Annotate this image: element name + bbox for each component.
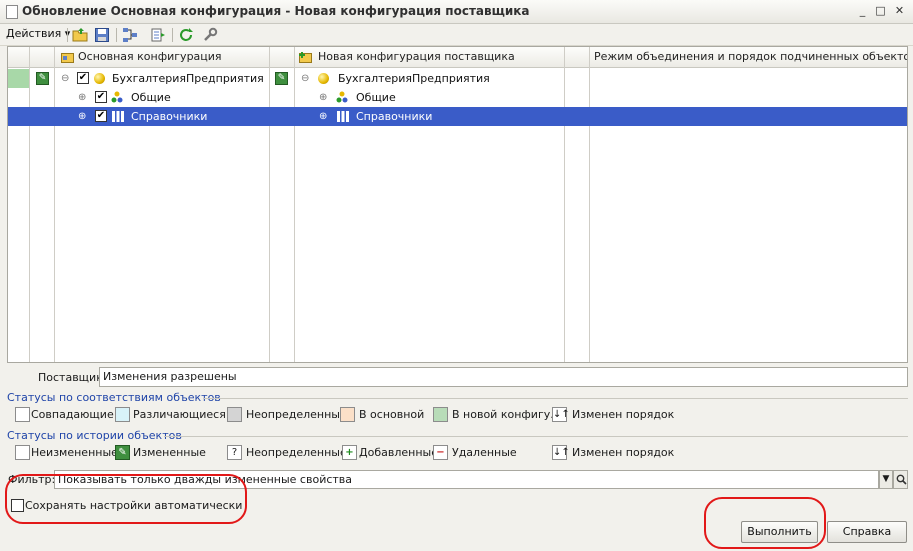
save-icon[interactable] <box>94 27 110 43</box>
main-config-icon <box>61 53 74 63</box>
new-config-icon <box>299 52 312 63</box>
refresh-icon[interactable] <box>178 27 194 43</box>
catalogs-icon <box>337 111 349 122</box>
legend-swatch-in-new <box>433 407 448 422</box>
expand-toggle[interactable]: ⊕ <box>319 88 327 107</box>
undefined-question-icon: ? <box>227 445 242 460</box>
column-header-main[interactable]: Основная конфигурация <box>78 50 222 63</box>
legend-label-differing: Различающиеся <box>133 408 226 421</box>
legend-swatch-undefined <box>227 407 242 422</box>
expand-toggle[interactable]: ⊕ <box>78 88 86 107</box>
configuration-ball-icon <box>94 73 105 84</box>
legend-label-changed: Измененные <box>133 446 206 459</box>
toolbar-separator <box>172 28 173 42</box>
edit-pencil-icon: ✎ <box>275 72 288 85</box>
deleted-minus-icon: − <box>433 445 448 460</box>
section-divider <box>164 436 908 437</box>
order-changed-icon: ↓↑ <box>552 445 570 460</box>
legend-label-undefined: Неопределенные <box>246 408 347 421</box>
legend-label-added: Добавленные <box>359 446 438 459</box>
expand-toggle[interactable]: ⊕ <box>78 107 86 126</box>
collapse-toggle[interactable]: ⊖ <box>301 69 309 88</box>
table-row[interactable]: ⊕ ✔ Общие ⊕ Общие <box>8 88 907 107</box>
table-row-selected[interactable]: ⊕ ✔ Справочники ⊕ Справочники <box>8 107 907 126</box>
row-name-new: БухгалтерияПредприятия <box>338 72 490 85</box>
section-title-match: Статусы по соответствиям объектов <box>7 391 221 404</box>
expand-toggle[interactable]: ⊕ <box>319 107 327 126</box>
document-icon <box>6 5 18 19</box>
row-checkbox[interactable]: ✔ <box>77 72 89 84</box>
legend-label-in-main: В основной <box>359 408 425 421</box>
grid-header: Основная конфигурация Новая конфигурация… <box>8 47 907 68</box>
window-title: Обновление Основная конфигурация - Новая… <box>22 4 530 18</box>
section-divider <box>203 398 908 399</box>
row-name-main: БухгалтерияПредприятия <box>112 72 264 85</box>
legend-label-order-changed: Изменен порядок <box>572 408 675 421</box>
toolbar-separator <box>67 28 68 42</box>
tree-diff-icon[interactable] <box>122 27 138 43</box>
row-name-main: Общие <box>131 91 171 104</box>
filter-label: Фильтр: <box>8 473 56 486</box>
row-status-bar <box>8 69 29 88</box>
collapse-toggle[interactable]: ⊖ <box>61 69 69 88</box>
legend-swatch-matching <box>15 407 30 422</box>
legend-label-unchanged: Неизмененные <box>31 446 118 459</box>
provider-label: Поставщик: <box>38 371 107 384</box>
column-header-mode[interactable]: Режим объединения и порядок подчиненных … <box>594 50 907 63</box>
common-objects-icon <box>111 91 123 103</box>
common-objects-icon <box>336 91 348 103</box>
legend-label-in-new: В новой конфигу... <box>452 408 561 421</box>
row-name-new: Общие <box>356 91 396 104</box>
close-button[interactable]: ✕ <box>892 4 907 19</box>
changed-pencil-icon: ✎ <box>115 445 130 460</box>
filter-search-button[interactable] <box>893 470 908 489</box>
comparison-tree-grid[interactable]: Основная конфигурация Новая конфигурация… <box>7 46 908 363</box>
legend-swatch-in-main <box>340 407 355 422</box>
provider-field[interactable]: Изменения разрешены <box>99 367 908 387</box>
legend-label-undefined-history: Неопределенные <box>246 446 347 459</box>
configuration-ball-icon <box>318 73 329 84</box>
table-row[interactable]: ✎ ⊖ ✔ БухгалтерияПредприятия ✎ ⊖ Бухгалт… <box>8 69 907 88</box>
added-plus-icon: + <box>342 445 357 460</box>
magnifier-icon <box>896 474 907 485</box>
filter-field[interactable]: Показывать только дважды измененные свой… <box>54 470 879 489</box>
autosave-checkbox[interactable] <box>11 499 24 512</box>
row-checkbox[interactable]: ✔ <box>95 110 107 122</box>
autosave-label[interactable]: Сохранять настройки автоматически <box>25 499 242 512</box>
row-checkbox[interactable]: ✔ <box>95 91 107 103</box>
filter-dropdown-button[interactable]: ▼ <box>879 470 893 489</box>
actions-menu[interactable]: Действия ▾ <box>6 27 70 40</box>
list-export-icon[interactable] <box>150 27 166 43</box>
legend-swatch-differing <box>115 407 130 422</box>
legend-label-order-changed-history: Изменен порядок <box>572 446 675 459</box>
edit-pencil-icon: ✎ <box>36 72 49 85</box>
row-name-new: Справочники <box>356 110 433 123</box>
row-name-main: Справочники <box>131 110 208 123</box>
minimize-button[interactable]: _ <box>855 4 870 19</box>
maximize-button[interactable]: □ <box>873 4 888 19</box>
section-title-history: Статусы по истории объектов <box>7 429 182 442</box>
unchanged-icon <box>15 445 30 460</box>
settings-wrench-icon[interactable] <box>202 27 218 43</box>
legend-label-matching: Совпадающие <box>31 408 114 421</box>
help-button[interactable]: Справка <box>827 521 907 543</box>
legend-label-deleted: Удаленные <box>452 446 517 459</box>
column-header-new[interactable]: Новая конфигурация поставщика <box>318 50 515 63</box>
toolbar-separator <box>116 28 117 42</box>
run-button[interactable]: Выполнить <box>741 521 818 543</box>
catalogs-icon <box>112 111 124 122</box>
title-bar: Обновление Основная конфигурация - Новая… <box>0 0 913 24</box>
open-folder-icon[interactable] <box>72 27 88 43</box>
order-changed-icon: ↓↑ <box>552 407 570 422</box>
toolbar: Действия ▾ <box>0 24 913 46</box>
